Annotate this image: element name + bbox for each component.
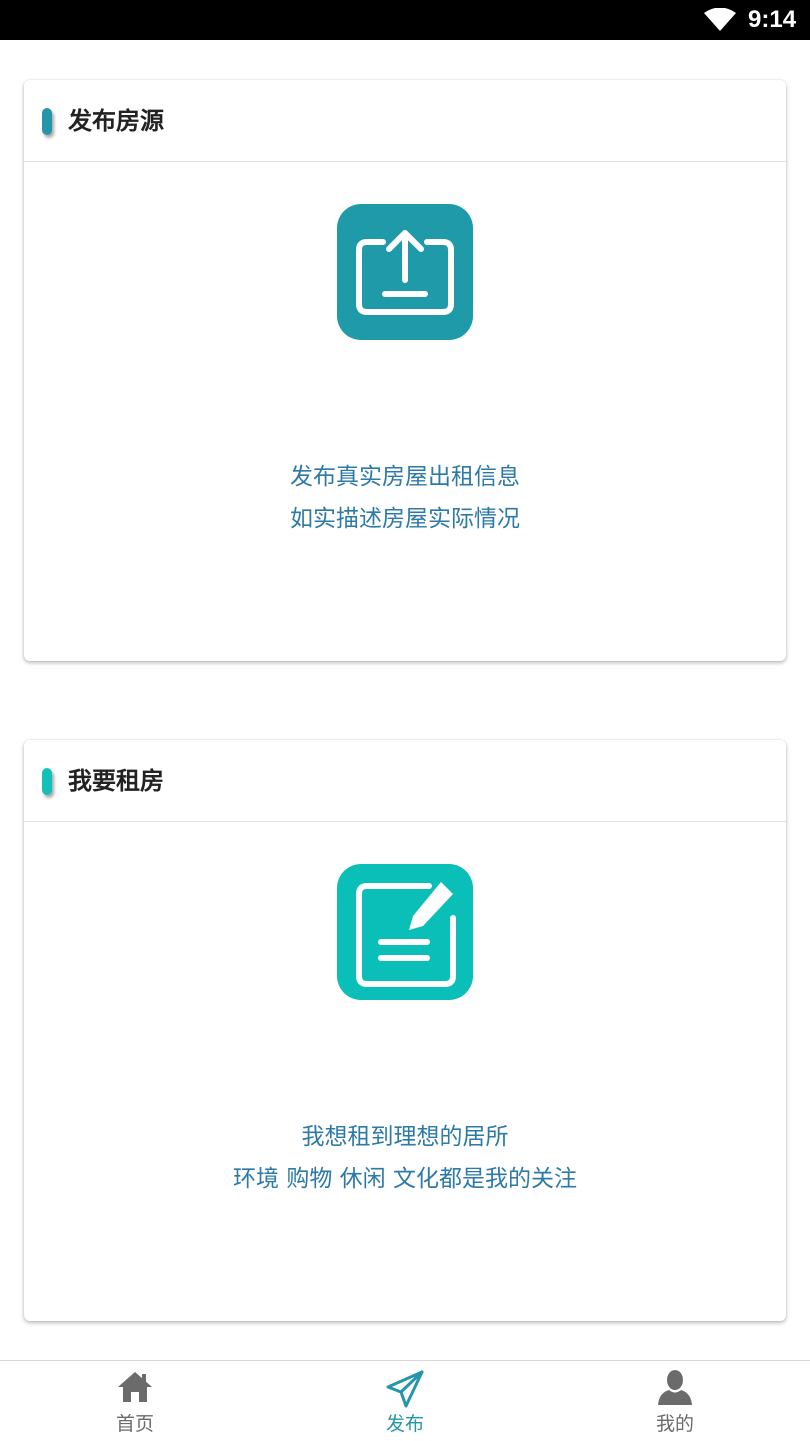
tab-label: 首页	[115, 1413, 154, 1435]
wifi-icon	[703, 7, 737, 32]
card-description: 我想租到理想的居所 环境 购物 休闲 文化都是我的关注	[24, 1116, 786, 1200]
accent-bar	[42, 108, 52, 135]
upload-icon[interactable]	[337, 204, 473, 340]
bottom-tab-bar: 首页 发布 我的	[0, 1360, 810, 1441]
rent-home-card[interactable]: 我要租房 我想租到理想的居所 环境 购物 休闲 文化都是我的关注	[24, 740, 786, 1321]
user-icon	[657, 1369, 693, 1405]
edit-document-icon[interactable]	[337, 864, 473, 1000]
tab-home[interactable]: 首页	[0, 1361, 270, 1441]
card-description: 发布真实房屋出租信息 如实描述房屋实际情况	[24, 456, 786, 540]
description-line: 环境 购物 休闲 文化都是我的关注	[233, 1166, 577, 1192]
status-bar: 9:14	[0, 0, 810, 40]
card-title: 我要租房	[68, 767, 164, 795]
publish-listing-card[interactable]: 发布房源 发布真实房屋出租信息 如实描述房屋实际情况	[24, 80, 786, 661]
description-line: 如实描述房屋实际情况	[290, 506, 520, 532]
accent-bar	[42, 768, 52, 795]
card-header: 发布房源	[24, 80, 786, 162]
paper-plane-icon	[385, 1369, 425, 1409]
tab-label: 发布	[385, 1413, 424, 1435]
card-title: 发布房源	[68, 107, 164, 135]
description-line: 发布真实房屋出租信息	[290, 464, 520, 490]
card-header: 我要租房	[24, 740, 786, 822]
home-icon	[117, 1369, 153, 1405]
description-line: 我想租到理想的居所	[301, 1124, 509, 1150]
status-time: 9:14	[748, 6, 797, 33]
tab-mine[interactable]: 我的	[540, 1361, 810, 1441]
tab-publish[interactable]: 发布	[270, 1361, 540, 1441]
tab-label: 我的	[655, 1413, 694, 1435]
